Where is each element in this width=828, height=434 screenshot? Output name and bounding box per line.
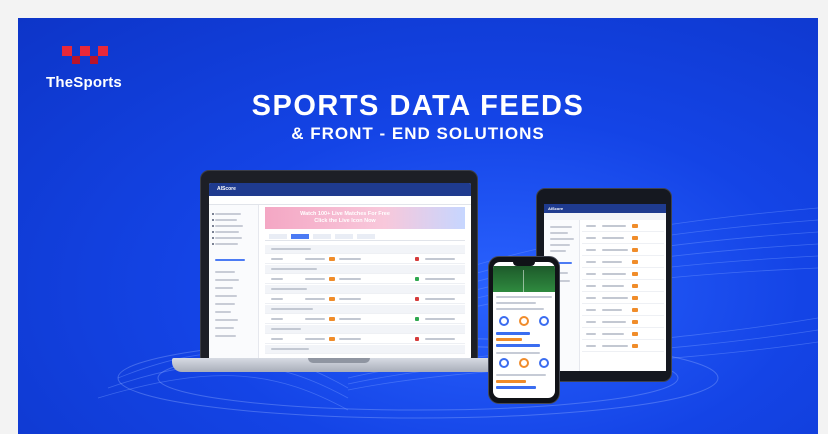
laptop-device: AIScore Watch 100+ Live Matches For Free… [200, 170, 478, 366]
match-row[interactable] [265, 295, 465, 304]
match-row[interactable] [582, 342, 664, 352]
league-header [265, 285, 465, 294]
match-row[interactable] [582, 234, 664, 244]
match-tabs [265, 233, 465, 241]
league-header [265, 345, 465, 354]
league-header [265, 265, 465, 274]
match-row[interactable] [582, 282, 664, 292]
match-row[interactable] [582, 222, 664, 232]
match-row[interactable] [265, 275, 465, 284]
match-row[interactable] [582, 330, 664, 340]
match-row[interactable] [582, 318, 664, 328]
tablet-app-logo: AIScore [548, 206, 564, 211]
match-row[interactable] [582, 306, 664, 316]
app-logo: AIScore [217, 186, 236, 192]
league-header [265, 325, 465, 334]
match-row[interactable] [582, 294, 664, 304]
league-header [265, 305, 465, 314]
hero-banner: TheSports SPORTS DATA FEEDS & FRONT - EN… [18, 18, 818, 434]
stat-ring [499, 358, 509, 368]
stat-ring [519, 358, 529, 368]
promo-subtitle: Click the Live Icon Now [314, 218, 376, 224]
subheadline: & FRONT - END SOLUTIONS [291, 124, 545, 143]
stat-ring [539, 316, 549, 326]
brand-name: TheSports [46, 74, 122, 91]
match-row[interactable] [582, 258, 664, 268]
headline: SPORTS DATA FEEDS [251, 90, 585, 122]
phone-device [488, 256, 560, 404]
tablet-nav [544, 213, 666, 220]
tablet-header: AIScore [544, 204, 666, 213]
match-row[interactable] [265, 335, 465, 344]
phone-screen [493, 262, 555, 398]
app-nav [209, 196, 471, 205]
stat-ring [499, 316, 509, 326]
laptop-notch [308, 358, 370, 363]
pitch-image [493, 266, 555, 296]
tablet-screen: AIScore [544, 204, 666, 371]
promo-banner[interactable]: Watch 100+ Live Matches For Free Click t… [265, 207, 465, 229]
match-row[interactable] [582, 270, 664, 280]
phone-notch [513, 262, 535, 266]
brand-mark-icon [62, 46, 108, 64]
stat-ring [539, 358, 549, 368]
league-header [265, 245, 465, 254]
promo-title: Watch 100+ Live Matches For Free [300, 211, 390, 217]
app-sidebar [209, 205, 259, 359]
match-row[interactable] [265, 315, 465, 324]
match-row[interactable] [265, 255, 465, 264]
stat-ring [519, 316, 529, 326]
laptop-screen: AIScore Watch 100+ Live Matches For Free… [209, 183, 471, 359]
app-header: AIScore [209, 183, 471, 196]
match-row[interactable] [582, 246, 664, 256]
